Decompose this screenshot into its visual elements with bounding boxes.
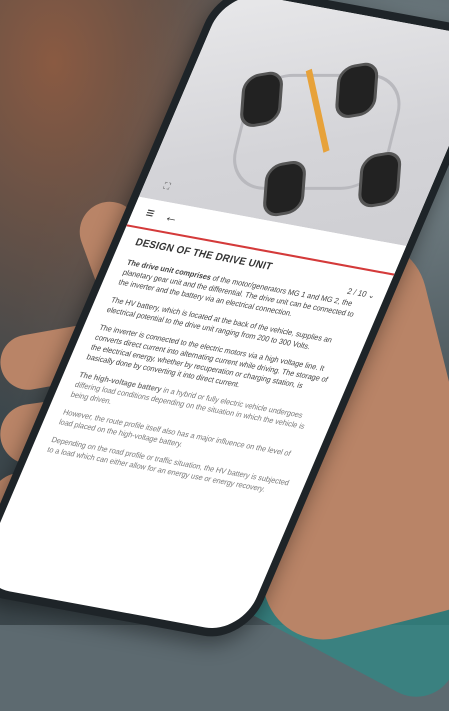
fullscreen-icon[interactable]: ⛶ [161,181,172,193]
menu-icon[interactable]: ≡ [143,204,157,221]
chevron-down-icon: ⌄ [366,290,377,301]
back-arrow-icon[interactable]: ← [162,208,182,226]
